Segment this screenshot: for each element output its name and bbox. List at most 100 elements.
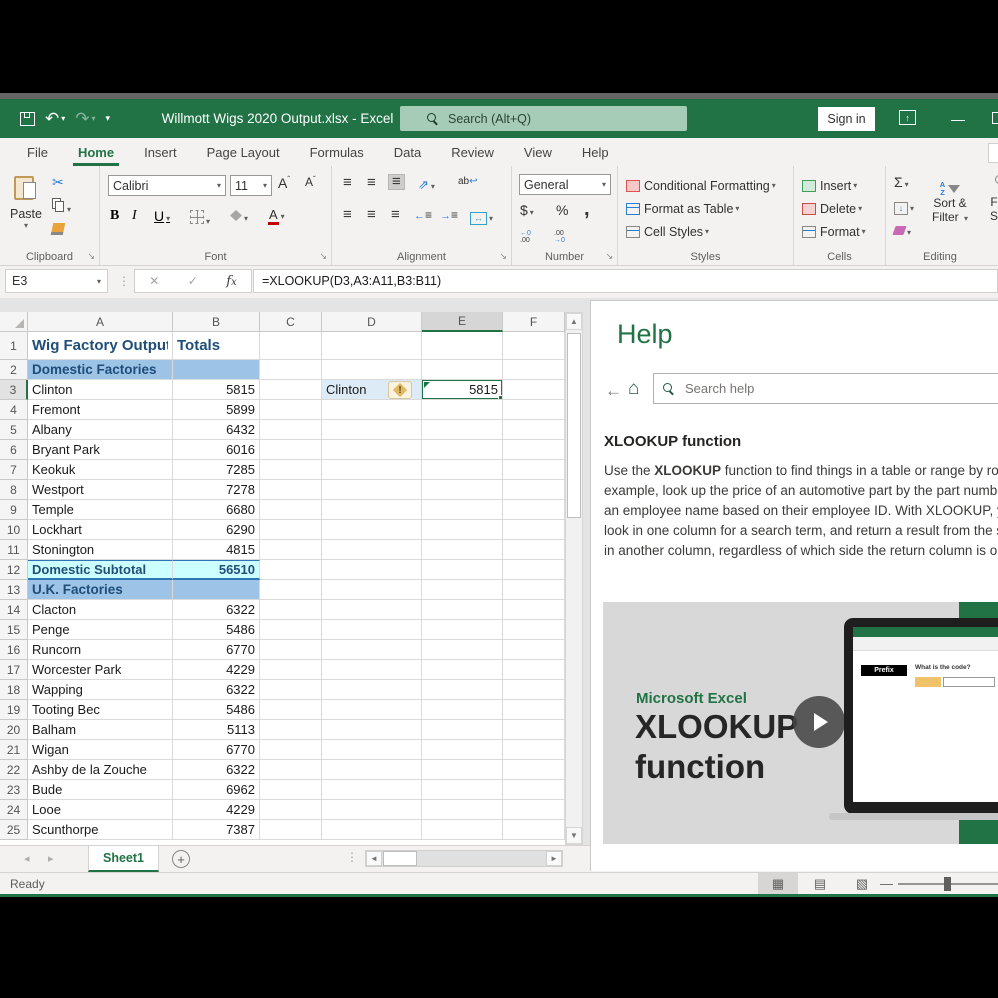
underline-button[interactable]: U▾ bbox=[154, 208, 170, 224]
help-home-icon[interactable]: ⌂ bbox=[628, 378, 639, 400]
cell-C13[interactable] bbox=[260, 580, 322, 600]
cell-E23[interactable] bbox=[422, 780, 503, 800]
tab-formulas[interactable]: Formulas bbox=[295, 138, 379, 166]
row-header-9[interactable]: 9 bbox=[0, 500, 28, 520]
cell-A17[interactable]: Worcester Park bbox=[28, 660, 173, 680]
cell-B16[interactable]: 6770 bbox=[173, 640, 260, 660]
cell-F6[interactable] bbox=[503, 440, 565, 460]
maximize-button[interactable] bbox=[992, 112, 998, 124]
undo-chevron-icon[interactable]: ▾ bbox=[61, 114, 65, 123]
cell-A7[interactable]: Keokuk bbox=[28, 460, 173, 480]
cell-D14[interactable] bbox=[322, 600, 422, 620]
column-header-a[interactable]: A bbox=[28, 312, 173, 332]
cell-B5[interactable]: 6432 bbox=[173, 420, 260, 440]
cell-F17[interactable] bbox=[503, 660, 565, 680]
center-button[interactable]: ≡ bbox=[364, 208, 379, 222]
row-header-1[interactable]: 1 bbox=[0, 332, 28, 360]
row-header-10[interactable]: 10 bbox=[0, 520, 28, 540]
cell-A16[interactable]: Runcorn bbox=[28, 640, 173, 660]
orientation-button[interactable]: ⇗▾ bbox=[418, 176, 435, 194]
select-all-corner[interactable] bbox=[0, 312, 28, 332]
cell-D10[interactable] bbox=[322, 520, 422, 540]
cell-E7[interactable] bbox=[422, 460, 503, 480]
cell-E8[interactable] bbox=[422, 480, 503, 500]
row-header-8[interactable]: 8 bbox=[0, 480, 28, 500]
bottom-align-button[interactable]: ≡ bbox=[388, 174, 405, 190]
conditional-formatting-button[interactable]: Conditional Formatting▾ bbox=[626, 174, 776, 197]
cell-C5[interactable] bbox=[260, 420, 322, 440]
cell-A18[interactable]: Wapping bbox=[28, 680, 173, 700]
cell-C12[interactable] bbox=[260, 560, 322, 580]
cell-D19[interactable] bbox=[322, 700, 422, 720]
cell-B17[interactable]: 4229 bbox=[173, 660, 260, 680]
middle-align-button[interactable]: ≡ bbox=[364, 176, 379, 190]
cell-D17[interactable] bbox=[322, 660, 422, 680]
cell-C20[interactable] bbox=[260, 720, 322, 740]
cell-A1[interactable]: Wig Factory Output bbox=[28, 332, 173, 360]
cell-E9[interactable] bbox=[422, 500, 503, 520]
formula-input[interactable]: =XLOOKUP(D3,A3:A11,B3:B11) bbox=[253, 269, 998, 293]
cell-D20[interactable] bbox=[322, 720, 422, 740]
cell-C19[interactable] bbox=[260, 700, 322, 720]
cell-E11[interactable] bbox=[422, 540, 503, 560]
cell-F25[interactable] bbox=[503, 820, 565, 840]
scroll-left-icon[interactable]: ◄ bbox=[366, 851, 382, 866]
cell-B12[interactable]: 56510 bbox=[173, 560, 260, 580]
cell-A25[interactable]: Scunthorpe bbox=[28, 820, 173, 840]
row-header-20[interactable]: 20 bbox=[0, 720, 28, 740]
autosum-button[interactable]: Σ▾ bbox=[894, 174, 909, 190]
italic-button[interactable]: I bbox=[132, 208, 137, 224]
bold-button[interactable]: B bbox=[110, 208, 119, 224]
sheetbar-splitter[interactable]: ⋮ bbox=[346, 850, 358, 864]
cell-B14[interactable]: 6322 bbox=[173, 600, 260, 620]
row-header-2[interactable]: 2 bbox=[0, 360, 28, 380]
cell-C18[interactable] bbox=[260, 680, 322, 700]
cell-F20[interactable] bbox=[503, 720, 565, 740]
cell-E17[interactable] bbox=[422, 660, 503, 680]
cell-E3[interactable]: 5815 bbox=[422, 380, 503, 400]
column-header-e[interactable]: E bbox=[422, 312, 503, 332]
name-box[interactable]: E3▾ bbox=[5, 269, 108, 293]
cell-B23[interactable]: 6962 bbox=[173, 780, 260, 800]
cell-F4[interactable] bbox=[503, 400, 565, 420]
cell-A4[interactable]: Fremont bbox=[28, 400, 173, 420]
cell-F8[interactable] bbox=[503, 480, 565, 500]
cell-C9[interactable] bbox=[260, 500, 322, 520]
vertical-scrollbar[interactable]: ▲ ▼ bbox=[565, 312, 583, 845]
customize-qat-icon[interactable]: ▾ bbox=[101, 104, 116, 134]
cell-A6[interactable]: Bryant Park bbox=[28, 440, 173, 460]
cell-E20[interactable] bbox=[422, 720, 503, 740]
cell-D2[interactable] bbox=[322, 360, 422, 380]
tab-home[interactable]: Home bbox=[63, 138, 129, 166]
cell-B19[interactable]: 5486 bbox=[173, 700, 260, 720]
cell-C25[interactable] bbox=[260, 820, 322, 840]
insert-cells-button[interactable]: Insert▾ bbox=[802, 174, 857, 197]
cell-F13[interactable] bbox=[503, 580, 565, 600]
borders-button[interactable]: ▾ bbox=[190, 210, 210, 229]
cell-D21[interactable] bbox=[322, 740, 422, 760]
cell-B24[interactable]: 4229 bbox=[173, 800, 260, 820]
tab-help[interactable]: Help bbox=[567, 138, 624, 166]
cell-D8[interactable] bbox=[322, 480, 422, 500]
cell-C2[interactable] bbox=[260, 360, 322, 380]
cell-E6[interactable] bbox=[422, 440, 503, 460]
cell-A15[interactable]: Penge bbox=[28, 620, 173, 640]
cell-D18[interactable] bbox=[322, 680, 422, 700]
row-header-24[interactable]: 24 bbox=[0, 800, 28, 820]
zoom-out-button[interactable]: — bbox=[880, 876, 893, 891]
cell-B3[interactable]: 5815 bbox=[173, 380, 260, 400]
cell-A2[interactable]: Domestic Factories bbox=[28, 360, 173, 380]
next-sheet-icon[interactable]: ▸ bbox=[48, 852, 54, 865]
row-header-21[interactable]: 21 bbox=[0, 740, 28, 760]
cell-A12[interactable]: Domestic Subtotal bbox=[28, 560, 173, 580]
cell-F10[interactable] bbox=[503, 520, 565, 540]
row-header-16[interactable]: 16 bbox=[0, 640, 28, 660]
row-header-22[interactable]: 22 bbox=[0, 760, 28, 780]
cell-A8[interactable]: Westport bbox=[28, 480, 173, 500]
titlebar-search[interactable] bbox=[400, 106, 687, 131]
row-header-18[interactable]: 18 bbox=[0, 680, 28, 700]
cut-button[interactable]: ✂ bbox=[52, 174, 64, 192]
cell-B9[interactable]: 6680 bbox=[173, 500, 260, 520]
cell-C10[interactable] bbox=[260, 520, 322, 540]
cell-F15[interactable] bbox=[503, 620, 565, 640]
